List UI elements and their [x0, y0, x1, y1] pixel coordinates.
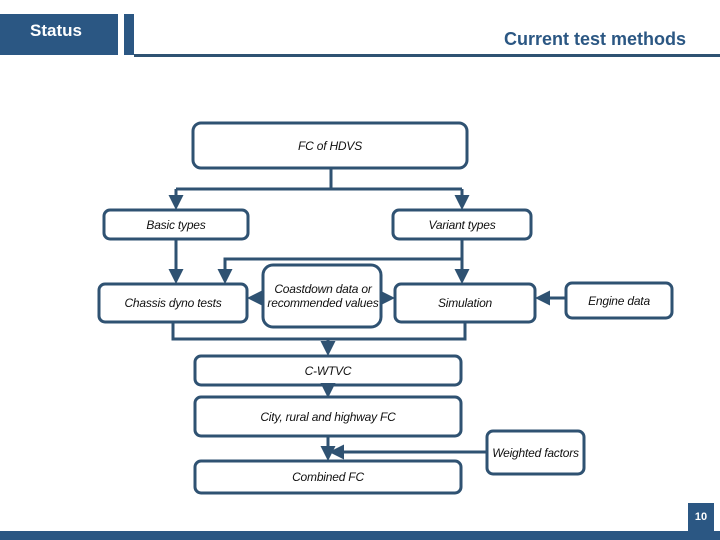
label-chassis-dyno: Chassis dyno tests	[124, 296, 222, 310]
label-basic-types: Basic types	[146, 217, 206, 232]
label-engine-data: Engine data	[588, 293, 650, 308]
footer-bar	[0, 531, 720, 540]
connector-fc-split	[176, 168, 462, 191]
label-coastdown: Coastdown data or recommended values	[267, 282, 379, 310]
label-simulation: Simulation	[437, 296, 493, 310]
label-city-rural-highway: City, rural and highway FC	[260, 409, 396, 424]
label-fc-hdvs: FC of HDVS	[297, 138, 362, 153]
label-weighted-factors: Weighted factors	[492, 445, 579, 460]
label-combined-fc: Combined FC	[292, 470, 364, 484]
page-number: 10	[688, 503, 714, 531]
label-variant-types: Variant types	[428, 217, 496, 232]
label-c-wtvc: C-WTVC	[304, 363, 352, 378]
